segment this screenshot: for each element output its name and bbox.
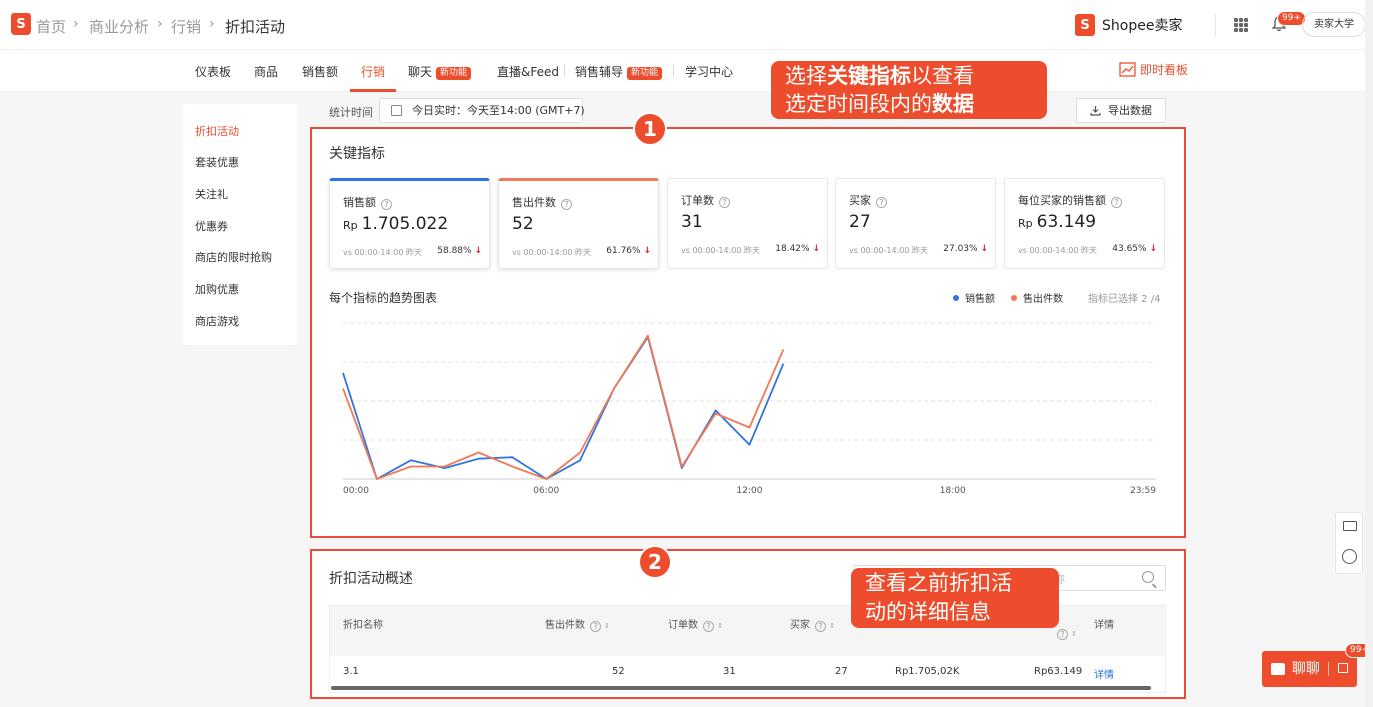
step-1-marker: 1	[633, 112, 667, 146]
export-label: 导出数据	[1108, 104, 1152, 117]
callout-text: 选择	[785, 64, 827, 88]
chat-divider	[1328, 662, 1329, 676]
step-2-marker: 2	[638, 545, 672, 579]
sidebar-item-follow-gift[interactable]: 关注礼	[195, 186, 228, 202]
tab-learning-center[interactable]: 学习中心	[685, 63, 733, 80]
live-board-label: 即时看板	[1140, 63, 1189, 77]
live-board-button[interactable]: 即时看板	[1119, 61, 1188, 78]
time-label: 统计时间	[329, 106, 373, 119]
chevron-right-icon: ›	[157, 16, 163, 32]
sidebar-item-add-on[interactable]: 加购优惠	[195, 281, 239, 297]
tab-chat[interactable]: 聊天 新功能	[408, 63, 472, 80]
nav-divider	[564, 64, 565, 77]
calendar-icon	[391, 105, 402, 116]
export-data-button[interactable]: 导出数据	[1076, 98, 1166, 123]
top-header: S 首页 › 商业分析 › 行销 › 折扣活动 S Shopee卖家 99+ 卖…	[0, 0, 1373, 50]
chevron-right-icon: ›	[209, 16, 215, 32]
sidebar-item-shop-game[interactable]: 商店游戏	[195, 313, 239, 329]
chat-button[interactable]: 聊聊	[1262, 651, 1357, 687]
callout-key-metrics: 选择关键指标以查看 选定时间段内的数据	[771, 61, 1047, 119]
callout-text-bold: 关键指标	[827, 64, 911, 88]
tab-marketing[interactable]: 行销	[361, 63, 385, 80]
download-icon	[1090, 106, 1101, 116]
floating-toolbar	[1335, 512, 1363, 574]
callout-text: 选定时间段内的	[785, 92, 932, 116]
sidebar-item-bundle[interactable]: 套装优惠	[195, 154, 239, 170]
time-range-select[interactable]: 今日实时：今天至14:00 (GMT+7)	[379, 98, 585, 123]
callout-line: 动的详细信息	[865, 600, 991, 624]
tab-live-feed[interactable]: 直播&Feed	[497, 63, 559, 80]
breadcrumb-marketing[interactable]: 行销	[171, 16, 201, 37]
chat-bubble-icon	[1271, 663, 1285, 675]
brand-label: Shopee卖家	[1102, 18, 1183, 34]
seller-university-button[interactable]: 卖家大学	[1302, 12, 1366, 37]
annotation-box-key-metrics	[310, 127, 1186, 538]
callout-line: 选择关键指标以查看	[785, 62, 1033, 90]
tab-sales[interactable]: 销售额	[302, 63, 338, 80]
chevron-right-icon: ›	[73, 16, 79, 32]
nav-divider	[673, 64, 674, 77]
sidebar-item-flash-sale[interactable]: 商店的限时抢购	[195, 249, 272, 265]
shopee-seller-brand[interactable]: S Shopee卖家	[1075, 13, 1182, 37]
tab-chat-label: 聊天	[408, 65, 433, 79]
callout-overview: 查看之前折扣活 动的详细信息	[851, 568, 1059, 628]
active-tab-underline	[350, 89, 396, 92]
trend-chart-icon	[1119, 62, 1136, 77]
sidebar-item-voucher[interactable]: 优惠券	[195, 218, 228, 234]
callout-line: 选定时间段内的数据	[785, 90, 1033, 118]
mail-icon[interactable]	[1343, 521, 1357, 531]
main-nav: 仪表板 商品 销售额 行销 聊天 新功能 直播&Feed 销售辅导 新功能 学习中心…	[0, 50, 1373, 92]
new-feature-tag: 新功能	[627, 67, 663, 80]
tab-dashboard[interactable]: 仪表板	[195, 63, 231, 80]
header-divider	[1215, 14, 1216, 36]
marketing-sidebar: 折扣活动 套装优惠 关注礼 优惠券 商店的限时抢购 加购优惠 商店游戏	[183, 104, 297, 345]
tab-sales-coaching-label: 销售辅导	[575, 65, 624, 79]
callout-text-bold: 数据	[932, 92, 974, 116]
apps-grid-icon[interactable]	[1234, 18, 1248, 32]
expand-icon[interactable]	[1338, 663, 1348, 673]
headset-icon[interactable]	[1342, 549, 1357, 564]
time-range-value: 今日实时：今天至14:00 (GMT+7)	[412, 104, 585, 117]
callout-text: 以查看	[911, 64, 974, 88]
page-scrollbar[interactable]	[1365, 0, 1373, 707]
breadcrumb-business-analysis[interactable]: 商业分析	[89, 16, 149, 37]
breadcrumb-current: 折扣活动	[225, 18, 286, 36]
callout-line: 查看之前折扣活	[865, 571, 1012, 595]
tab-products[interactable]: 商品	[254, 63, 278, 80]
chat-label: 聊聊	[1292, 661, 1320, 677]
tab-sales-coaching[interactable]: 销售辅导 新功能	[575, 63, 663, 80]
new-feature-tag: 新功能	[436, 67, 472, 80]
shopee-logo-icon[interactable]: S	[11, 13, 31, 35]
breadcrumb-home[interactable]: 首页	[36, 16, 66, 37]
shopee-bag-icon: S	[1075, 14, 1095, 36]
sidebar-item-discount[interactable]: 折扣活动	[195, 123, 239, 139]
